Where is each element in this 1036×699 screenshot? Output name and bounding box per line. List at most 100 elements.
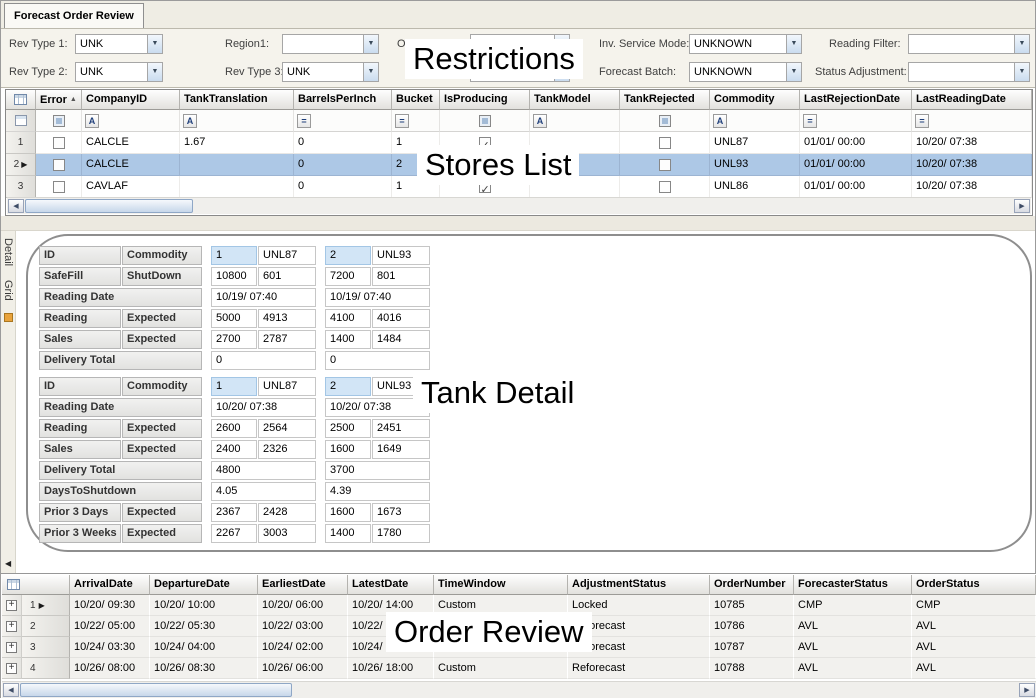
cell-timewindow[interactable]: Custom — [434, 595, 568, 616]
filter-checkbox[interactable] — [479, 115, 491, 127]
row-header[interactable]: 2 — [22, 616, 70, 637]
filter-equals-icon[interactable]: = — [803, 114, 817, 128]
detail-scroll-left-icon[interactable]: ◀ — [5, 559, 11, 568]
cell-lastreadingdate[interactable]: 10/20/ 07:38 — [912, 132, 1032, 154]
cell-latestdate[interactable]: 10/20/ 14:00 — [348, 595, 434, 616]
cell-tanktranslation[interactable] — [180, 176, 294, 198]
cell-isproducing[interactable] — [440, 132, 530, 154]
filter-cell-commodity[interactable]: A — [710, 110, 800, 132]
cell-ordernumber[interactable]: 10786 — [710, 616, 794, 637]
forecast-batch-combo[interactable]: UNKNOWN ▼ — [689, 62, 802, 82]
cell-isproducing[interactable] — [440, 154, 530, 176]
stores-row[interactable]: 1CALCLE1.6701UNL8701/01/ 00:0010/20/ 07:… — [6, 132, 1032, 154]
cell-orderstatus[interactable]: AVL — [912, 637, 1036, 658]
column-header-tankrejected[interactable]: TankRejected — [620, 90, 710, 110]
cell-departuredate[interactable]: 10/26/ 08:30 — [150, 658, 258, 679]
cell-departuredate[interactable]: 10/22/ 05:30 — [150, 616, 258, 637]
cell-arrivaldate[interactable]: 10/22/ 05:00 — [70, 616, 150, 637]
expand-plus-icon[interactable]: + — [6, 663, 17, 674]
cell-tankrejected[interactable] — [620, 176, 710, 198]
order-row[interactable]: +410/26/ 08:0010/26/ 08:3010/26/ 06:0010… — [2, 658, 1036, 679]
column-header-latestdate[interactable]: LatestDate — [348, 575, 434, 595]
rev-type-2-combo[interactable]: UNK ▼ — [75, 62, 163, 82]
scroll-right-icon[interactable]: ▶ — [1014, 199, 1030, 213]
column-header-isproducing[interactable]: IsProducing — [440, 90, 530, 110]
column-header-earliestdate[interactable]: EarliestDate — [258, 575, 348, 595]
filter-cell-tanktranslation[interactable]: A — [180, 110, 294, 132]
cell-departuredate[interactable]: 10/24/ 04:00 — [150, 637, 258, 658]
othertype1-combo[interactable]: ▼ — [470, 34, 570, 54]
order-row[interactable]: +210/22/ 05:0010/22/ 05:3010/22/ 03:0010… — [2, 616, 1036, 637]
cell-forecasterstatus[interactable]: AVL — [794, 637, 912, 658]
tab-detail[interactable]: Detail — [1, 231, 15, 273]
stores-hscrollbar[interactable]: ◀ ▶ — [7, 197, 1031, 214]
column-header-tanktranslation[interactable]: TankTranslation — [180, 90, 294, 110]
filter-cell-isproducing[interactable] — [440, 110, 530, 132]
checkbox-tankrejected[interactable] — [659, 137, 671, 149]
column-header-lastrejectiondate[interactable]: LastRejectionDate — [800, 90, 912, 110]
cell-error[interactable] — [36, 132, 82, 154]
splitter[interactable] — [1, 216, 1035, 231]
scroll-thumb[interactable] — [20, 683, 292, 697]
filter-cell-barrelsperinch[interactable]: = — [294, 110, 392, 132]
cell-forecasterstatus[interactable]: AVL — [794, 616, 912, 637]
row-header[interactable]: 2▶ — [6, 154, 36, 176]
filter-cell-lastrejectiondate[interactable]: = — [800, 110, 912, 132]
order-grid-corner[interactable] — [2, 575, 70, 595]
expand-cell[interactable]: + — [2, 637, 22, 658]
dropdown-arrow-icon[interactable]: ▼ — [786, 63, 801, 81]
dropdown-arrow-icon[interactable]: ▼ — [1014, 35, 1029, 53]
stores-grid-corner[interactable] — [6, 90, 36, 110]
filter-cell-error[interactable] — [36, 110, 82, 132]
cell-error[interactable] — [36, 154, 82, 176]
column-header-tankmodel[interactable]: TankModel — [530, 90, 620, 110]
cell-adjustmentstatus[interactable]: Reforecast — [568, 637, 710, 658]
cell-companyid[interactable]: CAVLAF — [82, 176, 180, 198]
cell-earliestdate[interactable]: 10/20/ 06:00 — [258, 595, 348, 616]
cell-forecasterstatus[interactable]: AVL — [794, 658, 912, 679]
column-header-departuredate[interactable]: DepartureDate — [150, 575, 258, 595]
cell-timewindow[interactable]: Custom — [434, 637, 568, 658]
column-header-adjustmentstatus[interactable]: AdjustmentStatus — [568, 575, 710, 595]
cell-isproducing[interactable] — [440, 176, 530, 198]
expand-cell[interactable]: + — [2, 616, 22, 637]
scroll-thumb[interactable] — [25, 199, 193, 213]
cell-lastrejectiondate[interactable]: 01/01/ 00:00 — [800, 154, 912, 176]
cell-barrelsperinch[interactable]: 0 — [294, 176, 392, 198]
cell-lastreadingdate[interactable]: 10/20/ 07:38 — [912, 176, 1032, 198]
row-header[interactable]: 4 — [22, 658, 70, 679]
dropdown-arrow-icon[interactable]: ▼ — [363, 35, 378, 53]
cell-ordernumber[interactable]: 10788 — [710, 658, 794, 679]
filter-text-icon[interactable]: A — [533, 114, 547, 128]
filter-checkbox[interactable] — [53, 115, 65, 127]
stores-row[interactable]: 3CAVLAF01UNL8601/01/ 00:0010/20/ 07:38 — [6, 176, 1032, 198]
cell-tankmodel[interactable] — [530, 176, 620, 198]
dropdown-arrow-icon[interactable]: ▼ — [147, 35, 162, 53]
cell-adjustmentstatus[interactable]: Locked — [568, 595, 710, 616]
cell-latestdate[interactable]: 10/26/ 18:00 — [348, 658, 434, 679]
cell-commodity[interactable]: UNL86 — [710, 176, 800, 198]
dropdown-arrow-icon[interactable]: ▼ — [1014, 63, 1029, 81]
cell-tankmodel[interactable] — [530, 132, 620, 154]
checkbox-tankrejected[interactable] — [659, 159, 671, 171]
cell-error[interactable] — [36, 176, 82, 198]
column-header-bucket[interactable]: Bucket — [392, 90, 440, 110]
reading-filter-combo[interactable]: ▼ — [908, 34, 1030, 54]
scroll-left-icon[interactable]: ◀ — [8, 199, 24, 213]
dropdown-arrow-icon[interactable]: ▼ — [554, 35, 569, 53]
row-header[interactable]: 3 — [22, 637, 70, 658]
cell-orderstatus[interactable]: AVL — [912, 658, 1036, 679]
stores-row[interactable]: 2▶CALCLE02UNL9301/01/ 00:0010/20/ 07:38 — [6, 154, 1032, 176]
cell-barrelsperinch[interactable]: 0 — [294, 132, 392, 154]
checkbox-error[interactable] — [53, 181, 65, 193]
filter-checkbox[interactable] — [659, 115, 671, 127]
filter-cell-lastreadingdate[interactable]: = — [912, 110, 1032, 132]
column-header-arrivaldate[interactable]: ArrivalDate — [70, 575, 150, 595]
dropdown-arrow-icon[interactable]: ▼ — [363, 63, 378, 81]
cell-bucket[interactable]: 1 — [392, 176, 440, 198]
cell-orderstatus[interactable]: AVL — [912, 616, 1036, 637]
row-header[interactable]: 3 — [6, 176, 36, 198]
cell-ordernumber[interactable]: 10787 — [710, 637, 794, 658]
cell-latestdate[interactable]: 10/24/ 10:00 — [348, 637, 434, 658]
tab-forecast-order-review[interactable]: Forecast Order Review — [4, 3, 144, 28]
